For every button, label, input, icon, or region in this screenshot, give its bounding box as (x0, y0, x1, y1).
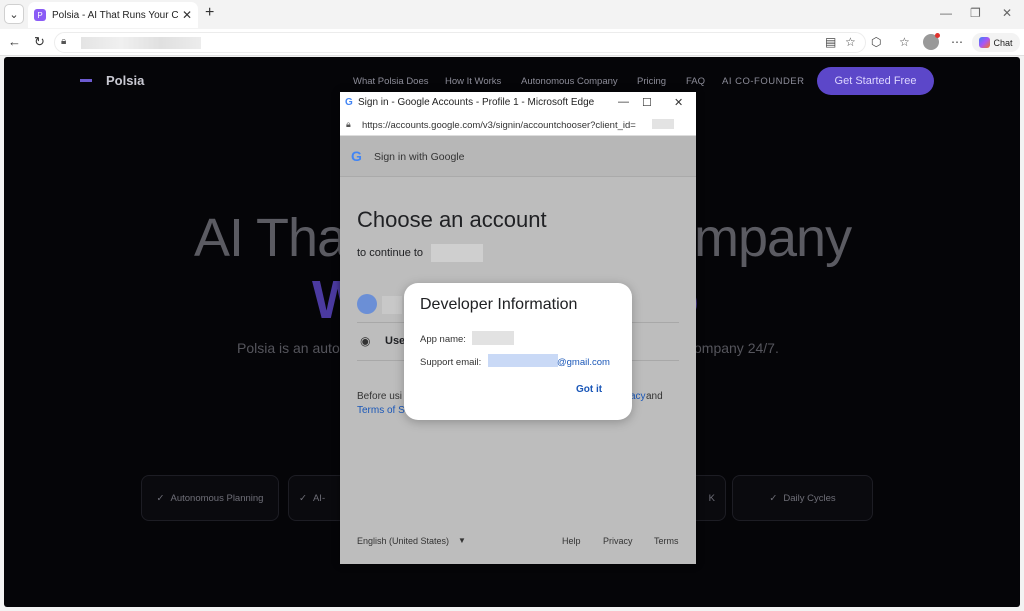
reading-view-icon[interactable]: ▤ (825, 35, 836, 49)
dialog-title: Developer Information (420, 296, 578, 313)
new-tab-icon[interactable]: + (205, 4, 214, 22)
feature-label: K (708, 492, 715, 504)
hero-title-left: AI That (194, 208, 361, 268)
refresh-icon[interactable]: ↻ (34, 34, 45, 50)
support-email-domain[interactable]: @gmail.com (557, 357, 610, 368)
close-window-icon[interactable]: ✕ (1002, 6, 1012, 20)
account-avatar[interactable] (357, 294, 377, 314)
google-logo-icon: G (351, 148, 362, 164)
support-email-label: Support email: (420, 357, 482, 368)
browser-tab-bar: ⌄ P Polsia - AI That Runs Your Compan ✕ … (0, 0, 1024, 29)
url-redacted (81, 37, 201, 49)
footer-privacy-link[interactable]: Privacy (603, 536, 633, 546)
choose-account-heading: Choose an account (357, 207, 547, 232)
site-logo[interactable]: Polsia (106, 73, 144, 88)
app-name-label: App name: (420, 334, 466, 345)
google-g-icon: G (345, 97, 353, 108)
nav-ai-cofounder[interactable]: AI CO-FOUNDER (722, 76, 805, 87)
address-toolbar: ← ↻ 🔒︎ ▤ ☆ ⬡ ☆ ⋯ Chat (0, 29, 1024, 56)
got-it-button[interactable]: Got it (576, 384, 602, 395)
feature-label: Autonomous Planning (170, 492, 264, 504)
tab-close-icon[interactable]: ✕ (182, 8, 192, 22)
nav-autonomous-company[interactable]: Autonomous Company (521, 76, 618, 87)
continue-to-label: to continue to (357, 247, 424, 259)
polsia-favicon-icon: P (34, 9, 46, 21)
tab-list-chevron-icon[interactable]: ⌄ (4, 4, 24, 24)
before-using-text: Before usi (357, 391, 403, 402)
chat-label: Chat (993, 37, 1013, 48)
app-name-redacted (431, 244, 483, 262)
popup-close-icon[interactable]: ✕ (674, 96, 683, 109)
popup-url: https://accounts.google.com/v3/signin/ac… (362, 120, 636, 131)
footer-terms-link[interactable]: Terms (654, 536, 679, 546)
and-text: and (646, 391, 663, 402)
feature-autonomous-planning: ✓ Autonomous Planning (141, 475, 279, 521)
check-icon: ✓ (769, 492, 778, 504)
check-icon: ✓ (156, 492, 165, 504)
language-select[interactable]: English (United States) (357, 536, 449, 546)
privacy-policy-link[interactable]: acy (630, 391, 646, 402)
popup-minimize-icon[interactable]: — (618, 96, 629, 108)
popup-title-bar: G Sign in - Google Accounts - Profile 1 … (340, 92, 696, 114)
nav-pricing[interactable]: Pricing (637, 76, 666, 87)
nav-faq[interactable]: FAQ (686, 76, 705, 87)
app-name-value-redacted (472, 331, 514, 345)
terms-of-service-link[interactable]: Terms of S (357, 405, 405, 416)
nav-what-polsia-does[interactable]: What Polsia Does (353, 76, 429, 87)
browser-tab[interactable]: P Polsia - AI That Runs Your Compan ✕ (28, 2, 198, 28)
google-signin-label: Sign in with Google (374, 151, 465, 163)
hero-subtitle-right: ompany 24/7. (694, 340, 779, 356)
feature-label: Daily Cycles (783, 492, 836, 504)
feature-ai: ✓ AI- (288, 475, 348, 521)
more-menu-icon[interactable]: ⋯ (951, 35, 963, 49)
extensions-icon[interactable]: ⬡ (871, 35, 881, 49)
address-bar[interactable]: 🔒︎ (54, 32, 866, 53)
hero-subtitle-left: Polsia is an auto (237, 340, 340, 356)
hero-title-right: mpany (694, 208, 852, 268)
get-started-button[interactable]: Get Started Free (817, 67, 934, 95)
popup-maximize-icon[interactable]: ☐ (642, 96, 652, 109)
favorite-star-icon[interactable]: ☆ (845, 35, 856, 49)
popup-url-bar: 🔒︎ https://accounts.google.com/v3/signin… (340, 114, 696, 136)
client-id-redacted (652, 119, 674, 129)
notification-dot (935, 33, 940, 38)
minimize-icon[interactable]: — (940, 6, 952, 20)
restore-icon[interactable]: ❐ (970, 6, 981, 20)
account-name-redacted[interactable] (382, 296, 402, 314)
popup-title: Sign in - Google Accounts - Profile 1 - … (358, 97, 595, 108)
feature-label: AI- (312, 492, 326, 504)
check-icon: ✓ (299, 492, 307, 504)
nav-how-it-works[interactable]: How It Works (445, 76, 501, 87)
lock-icon: 🔒︎ (346, 119, 351, 129)
footer-help-link[interactable]: Help (562, 536, 581, 546)
lock-icon: 🔒︎ (61, 36, 67, 47)
back-arrow-icon[interactable]: ← (8, 34, 21, 49)
copilot-icon (979, 37, 991, 48)
use-another-account[interactable]: Use (385, 335, 405, 347)
dropdown-arrow-icon[interactable]: ▼ (458, 536, 466, 545)
google-signin-header: G Sign in with Google (340, 136, 696, 177)
support-email-redacted[interactable] (488, 354, 558, 367)
feature-daily-cycles: ✓ Daily Cycles (732, 475, 873, 521)
copilot-chat-button[interactable]: Chat (972, 33, 1020, 52)
user-circle-icon: ◉ (360, 334, 371, 348)
polsia-logo-icon (80, 79, 92, 82)
favorites-icon[interactable]: ☆ (899, 35, 910, 49)
tab-title: Polsia - AI That Runs Your Compan (52, 9, 178, 21)
developer-info-dialog: Developer Information App name: Support … (404, 283, 632, 420)
